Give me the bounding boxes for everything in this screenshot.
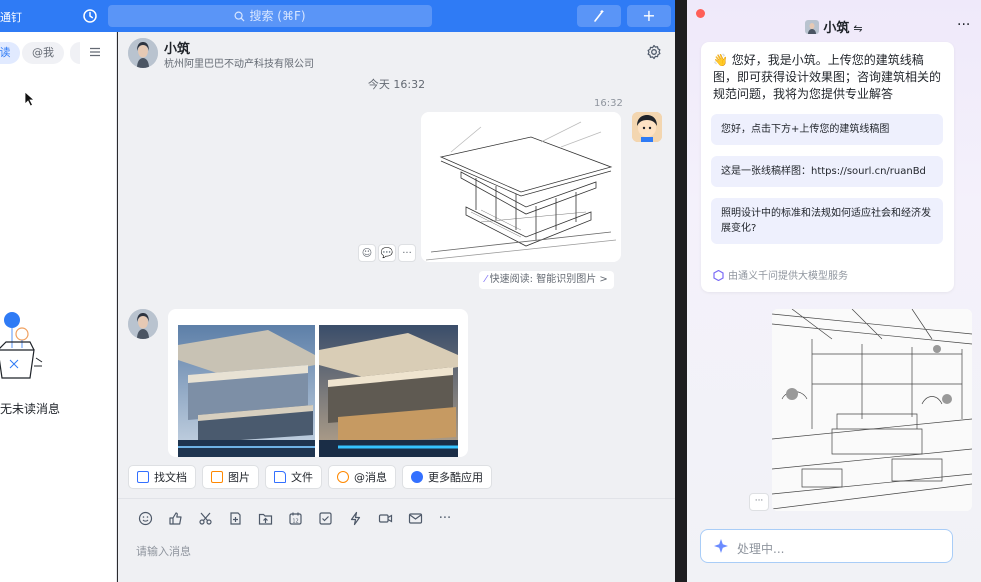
magic-wand-icon: ⁄ [485, 274, 487, 285]
file-button[interactable]: 文件 [265, 465, 322, 489]
interior-sketch-drawing [772, 309, 972, 511]
image-label: 图片 [228, 471, 250, 484]
switch-icon[interactable]: ⇋ [853, 22, 862, 35]
mail-icon[interactable] [406, 509, 424, 527]
quick-read-label: 快速阅读: 智能识别图片 > [489, 274, 608, 285]
composer-toolbar: 12 ··· [136, 509, 454, 527]
more-tools-icon[interactable]: ··· [436, 509, 454, 527]
reaction-icon[interactable]: ☺ [358, 244, 376, 262]
interior-sketch-image[interactable] [772, 309, 972, 511]
app-title: 通钉 [0, 11, 22, 24]
more-options-icon[interactable]: ··· [957, 17, 970, 33]
task-check-icon[interactable] [316, 509, 334, 527]
file-icon [274, 471, 286, 483]
message-composer: 12 ··· 请输入消息 [118, 498, 675, 582]
architecture-sketch-image [421, 112, 621, 262]
settings-gear-icon[interactable] [646, 44, 662, 63]
suggestion-upload-text: 您好，点击下方+上传您的建筑线稿图 [721, 124, 890, 135]
sketch-image-message[interactable] [421, 112, 621, 262]
history-icon[interactable] [82, 8, 98, 24]
quick-read-link[interactable]: ⁄ 快速阅读: 智能识别图片 > [479, 271, 614, 289]
at-message-button[interactable]: @消息 [328, 465, 396, 489]
image-button[interactable]: 图片 [202, 465, 259, 489]
ai-panel-title: 小筑 ⇋ [687, 17, 981, 36]
mouse-cursor-icon [24, 91, 36, 110]
image-more-icon[interactable]: ··· [749, 493, 769, 511]
plus-icon: + [642, 6, 656, 25]
create-button[interactable]: + [627, 5, 671, 27]
search-icon [234, 11, 245, 22]
welcome-card: 👋 您好，我是小筑。上传您的建筑线稿图，即可获得设计效果图；咨询建筑相关的规范问… [701, 42, 954, 292]
find-doc-button[interactable]: 找文档 [128, 465, 196, 489]
reply-icon[interactable]: 💬 [378, 244, 396, 262]
scissors-icon[interactable] [196, 509, 214, 527]
powered-by-text: 由通义千问提供大模型服务 [728, 271, 848, 282]
magic-wand-icon [594, 10, 604, 22]
message-timestamp: 16:32 [594, 98, 623, 109]
add-note-icon[interactable] [226, 509, 244, 527]
empty-state-text: 无未读消息 [0, 402, 61, 416]
filter-at-me-chip[interactable]: @我 [22, 42, 64, 64]
search-input[interactable]: 搜索 (⌘F) [108, 5, 432, 27]
ai-title-text: 小筑 [823, 21, 850, 36]
chat-header: 小筑 杭州阿里巴巴不动产科技有限公司 [118, 32, 675, 72]
welcome-text: 👋 您好，我是小筑。上传您的建筑线稿图，即可获得设计效果图；咨询建筑相关的规范问… [713, 53, 942, 101]
magic-wand-button[interactable] [577, 5, 621, 27]
like-icon[interactable] [166, 509, 184, 527]
lightning-icon[interactable] [346, 509, 364, 527]
more-cool-apps-label: 更多酷应用 [428, 471, 483, 484]
filter-unread-chip[interactable]: 读 [0, 42, 20, 64]
more-icon[interactable]: ··· [398, 244, 416, 262]
menu-icon[interactable] [88, 45, 102, 59]
message-actions: ☺ 💬 ··· [358, 244, 416, 262]
ai-sparkle-icon [714, 539, 728, 553]
video-call-icon[interactable] [376, 509, 394, 527]
at-message-label: @消息 [354, 471, 387, 484]
filter-unread-label: 读 [0, 46, 11, 59]
user-avatar[interactable] [632, 112, 662, 142]
emoji-icon[interactable] [136, 509, 154, 527]
message-input[interactable]: 请输入消息 [136, 543, 191, 559]
ai-assistant-panel: 小筑 ⇋ ··· 👋 您好，我是小筑。上传您的建筑线稿图，即可获得设计效果图；咨询… [687, 0, 981, 582]
ai-input-status: 处理中... [737, 542, 785, 556]
assistant-avatar-icon [805, 20, 820, 34]
suggestion-sample[interactable]: 这是一张线稿样图：https://sourl.cn/ruanBd [711, 156, 943, 187]
search-placeholder: 搜索 (⌘F) [249, 9, 306, 23]
filter-at-me-label: @我 [32, 46, 54, 59]
chat-panel: 小筑 杭州阿里巴巴不动产科技有限公司 今天 16:32 16:32 ☺ 💬 ··… [118, 32, 675, 582]
cool-apps-icon [411, 471, 423, 483]
empty-inbox-illustration-icon [0, 302, 52, 382]
file-label: 文件 [291, 471, 313, 484]
more-cool-apps-button[interactable]: 更多酷应用 [402, 465, 492, 489]
powered-by-note: 由通义千问提供大模型服务 [713, 267, 848, 282]
suggestion-lighting-text: 照明设计中的标准和法规如何适应社会和经济发展变化? [721, 208, 931, 234]
ai-prompt-input[interactable]: 处理中... [700, 529, 953, 563]
bot-avatar-reply[interactable] [128, 309, 158, 339]
date-separator: 今天 16:32 [367, 78, 426, 91]
suggestion-upload[interactable]: 您好，点击下方+上传您的建筑线稿图 [711, 114, 943, 145]
suggestion-lighting[interactable]: 照明设计中的标准和法规如何适应社会和经济发展变化? [711, 198, 943, 244]
quick-apps-bar: 找文档 图片 文件 @消息 更多酷应用 [128, 465, 492, 489]
suggestion-sample-text: 这是一张线稿样图：https://sourl.cn/ruanBd [721, 166, 926, 177]
rendered-images-message[interactable] [168, 309, 468, 457]
conversation-list-panel: 读 @我 无未读消息 [0, 32, 117, 582]
find-doc-label: 找文档 [154, 471, 187, 484]
svg-text:12: 12 [292, 518, 298, 524]
at-icon [337, 471, 349, 483]
filter-more-chip[interactable] [70, 42, 80, 64]
upload-folder-icon[interactable] [256, 509, 274, 527]
rendered-building-images [178, 325, 458, 457]
chat-subtitle: 杭州阿里巴巴不动产科技有限公司 [164, 59, 314, 70]
find-doc-icon [137, 471, 149, 483]
calendar-icon[interactable]: 12 [286, 509, 304, 527]
bot-avatar[interactable] [128, 38, 158, 68]
image-icon [211, 471, 223, 483]
tongyi-logo-icon [713, 269, 724, 282]
window-divider [675, 0, 687, 582]
top-bar: 通钉 搜索 (⌘F) + [0, 0, 675, 32]
